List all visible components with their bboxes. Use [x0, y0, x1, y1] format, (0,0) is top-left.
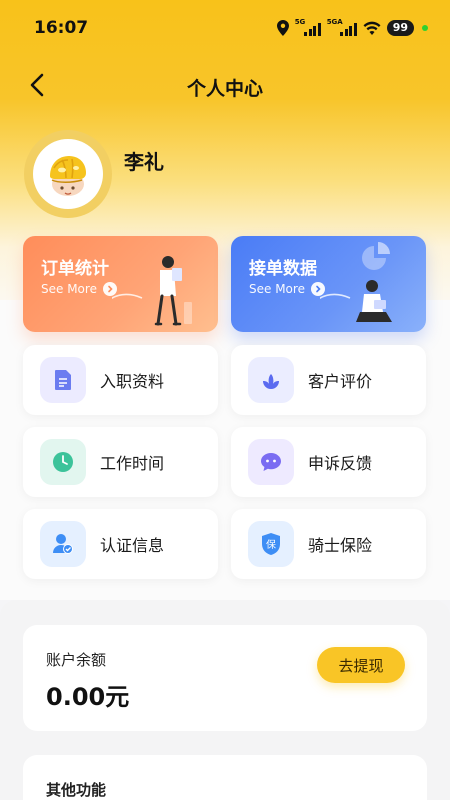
see-more-label: See More [249, 282, 305, 296]
menu-label: 骑士保险 [308, 536, 373, 555]
menu-label: 申诉反馈 [308, 454, 373, 473]
privacy-indicator-dot [422, 25, 428, 31]
balance-value: 0.00元 [46, 683, 130, 711]
signal-5ga-icon: 5GA [327, 18, 357, 36]
person-with-laptop-illustration [320, 242, 392, 322]
wifi-icon [363, 21, 381, 35]
menu-appeal-feedback[interactable]: 申诉反馈 [231, 427, 426, 497]
chat-bubble-icon [248, 439, 294, 485]
shield-icon: 保 [248, 521, 294, 567]
clock-icon [40, 439, 86, 485]
signal-5g-icon: 5G [295, 18, 321, 36]
see-more-label: See More [41, 282, 97, 296]
page-title: 个人中心 [186, 78, 263, 100]
user-verified-icon [40, 521, 86, 567]
battery-indicator: 99 [386, 20, 414, 36]
menu-label: 入职资料 [100, 372, 165, 391]
flower-icon [248, 357, 294, 403]
navigation-bar: 个人中心 [0, 62, 450, 108]
other-functions-title: 其他功能 [46, 781, 107, 799]
balance-label: 账户余额 [46, 651, 107, 669]
location-icon [276, 20, 289, 36]
shield-badge-text: 保 [266, 538, 276, 551]
menu-rider-insurance[interactable]: 保 骑士保险 [231, 509, 426, 579]
menu-onboarding-documents[interactable]: 入职资料 [23, 345, 218, 415]
balance-card: 账户余额 0.00元 去提现 [23, 625, 427, 731]
menu-work-hours[interactable]: 工作时间 [23, 427, 218, 497]
other-functions-card: 其他功能 [23, 755, 427, 800]
document-icon [40, 357, 86, 403]
status-bar: 16:07 5G 5GA 99 [0, 0, 450, 56]
person-reading-illustration [112, 256, 192, 326]
helmet-avatar-icon [50, 156, 86, 196]
status-time: 16:07 [34, 18, 89, 38]
order-data-title: 接单数据 [249, 259, 317, 279]
order-statistics-title: 订单统计 [41, 259, 109, 279]
avatar-image [33, 139, 103, 209]
avatar[interactable] [24, 130, 112, 218]
menu-customer-reviews[interactable]: 客户评价 [231, 345, 426, 415]
status-icons: 5G 5GA 99 [276, 18, 428, 36]
order-data-card[interactable]: 接单数据 See More [231, 236, 426, 332]
order-data-see-more[interactable]: See More [249, 282, 325, 296]
menu-verification-info[interactable]: 认证信息 [23, 509, 218, 579]
menu-label: 认证信息 [100, 536, 165, 555]
menu-label: 客户评价 [308, 372, 373, 391]
user-name: 李礼 [124, 150, 164, 174]
order-statistics-card[interactable]: 订单统计 See More [23, 236, 218, 332]
menu-label: 工作时间 [100, 454, 165, 473]
order-statistics-see-more[interactable]: See More [41, 282, 117, 296]
withdraw-button[interactable]: 去提现 [317, 647, 405, 683]
